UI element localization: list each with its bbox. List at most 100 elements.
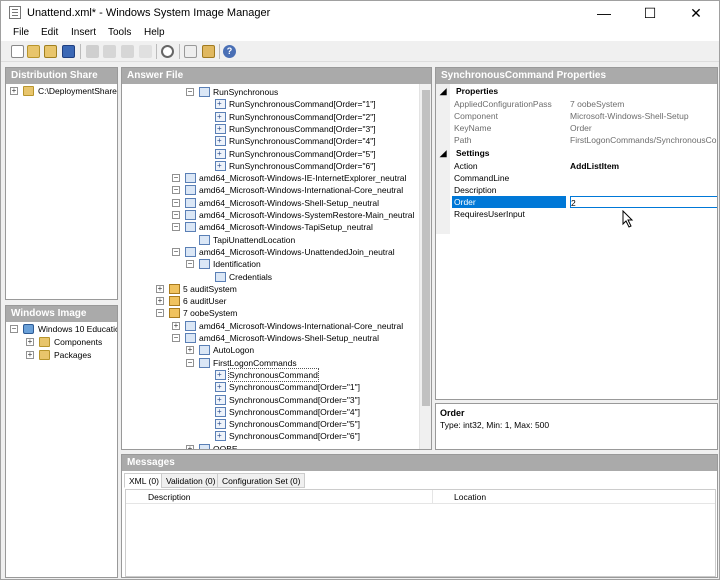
component-icon (185, 210, 196, 220)
collapse-icon[interactable]: − (172, 247, 180, 256)
category-settings[interactable]: ◢ Settings (436, 147, 717, 159)
tab-validation[interactable]: Validation (0) (161, 473, 221, 488)
messages-tabs: XML (0) Validation (0) Configuration Set… (122, 473, 717, 489)
expand-icon[interactable]: + (26, 338, 34, 346)
setting-row-action[interactable]: Action AddListItem (436, 160, 717, 172)
tree-label: SynchronousCommand[Order="1"] (229, 382, 360, 393)
menu-tools[interactable]: Tools (108, 27, 131, 38)
scroll-thumb[interactable] (422, 90, 430, 406)
category-properties[interactable]: ◢ Properties (436, 85, 717, 97)
collapse-icon[interactable]: − (186, 358, 194, 367)
new-icon[interactable] (11, 45, 24, 58)
property-row[interactable]: AppliedConfigurationPass 7 oobeSystem (436, 98, 717, 110)
tree-label: Packages (54, 350, 92, 360)
property-row[interactable]: KeyName Order (436, 122, 717, 134)
collapse-icon[interactable]: ◢ (440, 85, 447, 97)
collapse-icon[interactable]: − (156, 309, 164, 318)
help-icon[interactable]: ? (223, 45, 236, 58)
collapse-icon[interactable]: − (172, 174, 180, 183)
panel-title: Distribution Share (6, 68, 117, 84)
tab-xml[interactable]: XML (0) (124, 473, 164, 488)
collapse-icon[interactable]: − (172, 223, 180, 232)
order-input[interactable]: 2 (570, 196, 717, 208)
expand-icon[interactable]: + (172, 321, 180, 330)
distribution-share-path: C:\DeploymentShare (38, 86, 117, 96)
column-description[interactable]: Description (148, 492, 191, 502)
collapse-icon[interactable]: − (172, 334, 180, 342)
tree-label: amd64_Microsoft-Windows-Shell-Setup_neut… (199, 333, 379, 343)
component-icon (199, 345, 210, 356)
messages-list[interactable]: Description Location (125, 489, 716, 577)
collapse-icon[interactable]: − (172, 186, 180, 195)
maximize-button[interactable]: ☐ (627, 1, 673, 25)
collapse-icon[interactable]: − (172, 198, 180, 207)
validate-icon[interactable] (184, 45, 197, 58)
collapse-icon[interactable]: − (172, 211, 180, 219)
list-item-icon (215, 418, 226, 430)
expand-icon[interactable]: + (26, 351, 34, 359)
list-item-icon (215, 160, 226, 172)
open-image-icon[interactable] (44, 45, 57, 58)
toolbar-separator (80, 44, 81, 59)
collapse-icon[interactable]: − (186, 260, 194, 269)
toolbar-separator (156, 44, 157, 59)
setting-name: Action (454, 161, 478, 171)
menu-insert[interactable]: Insert (71, 27, 96, 38)
property-value: 7 oobeSystem (570, 99, 625, 109)
cut-icon[interactable] (86, 45, 99, 58)
tree-label: Identification (213, 259, 261, 270)
list-item-icon (215, 430, 226, 442)
menu-file[interactable]: File (13, 27, 29, 38)
paste-icon[interactable] (121, 45, 134, 58)
menu-help[interactable]: Help (144, 27, 165, 38)
folder-icon (39, 337, 50, 347)
minimize-button[interactable]: — (581, 1, 627, 25)
property-row[interactable]: Path FirstLogonCommands/SynchronousComm (436, 134, 718, 146)
search-icon[interactable] (161, 45, 174, 58)
component-icon (199, 259, 210, 270)
image-name: Windows 10 Educatio (38, 324, 118, 334)
expand-icon[interactable]: + (156, 284, 164, 293)
menu-edit[interactable]: Edit (41, 27, 58, 38)
panel-title: Answer File (122, 68, 431, 84)
setting-value[interactable] (570, 184, 717, 196)
collapse-icon[interactable]: − (186, 88, 194, 96)
expand-icon[interactable]: + (156, 297, 164, 306)
expand-icon[interactable]: + (10, 87, 18, 95)
component-icon (185, 320, 196, 331)
vertical-scrollbar[interactable] (419, 84, 431, 449)
open-icon[interactable] (27, 45, 40, 58)
close-button[interactable]: ✕ (673, 1, 719, 25)
expand-icon[interactable]: + (186, 346, 194, 355)
setting-row-description[interactable]: Description (436, 184, 717, 196)
setting-row-requiresuserinput[interactable]: RequiresUserInput (436, 208, 717, 220)
setting-value[interactable]: AddListItem (570, 160, 717, 172)
property-help-panel: Order Type: int32, Min: 1, Max: 500 (435, 403, 718, 450)
tab-configuration-set[interactable]: Configuration Set (0) (217, 473, 306, 488)
setting-row-order[interactable]: Order 2 (436, 196, 717, 208)
answer-file-tree[interactable]: − RunSynchronous RunSynchronousCommand[Ord… (122, 84, 420, 449)
collapse-icon[interactable]: ◢ (440, 147, 447, 159)
property-name: Path (454, 135, 472, 145)
setting-value[interactable] (570, 208, 717, 220)
tree-label: Components (54, 337, 103, 347)
help-title: Order (440, 408, 465, 418)
tree-label: FirstLogonCommands (213, 357, 297, 368)
distribution-share-panel: Distribution Share + C:\DeploymentShare (5, 67, 118, 300)
setting-value[interactable] (570, 172, 717, 184)
property-name: AppliedConfigurationPass (454, 99, 552, 109)
copy-icon[interactable] (103, 45, 116, 58)
menu-bar: File Edit Insert Tools Help (1, 25, 719, 41)
column-location[interactable]: Location (454, 492, 486, 502)
setting-row-commandline[interactable]: CommandLine (436, 172, 717, 184)
delete-icon[interactable] (139, 45, 152, 58)
save-icon[interactable] (62, 45, 75, 58)
property-row[interactable]: Component Microsoft-Windows-Shell-Setup (436, 110, 717, 122)
tree-label: amd64_Microsoft-Windows-UnattendedJoin_n… (199, 246, 395, 257)
collapse-icon[interactable]: − (10, 325, 18, 333)
folder-icon (23, 86, 34, 96)
property-value: FirstLogonCommands/SynchronousComm (570, 135, 718, 145)
tree-label: RunSynchronous (213, 87, 279, 97)
expand-icon[interactable]: + (186, 444, 194, 449)
create-share-icon[interactable] (202, 45, 215, 58)
